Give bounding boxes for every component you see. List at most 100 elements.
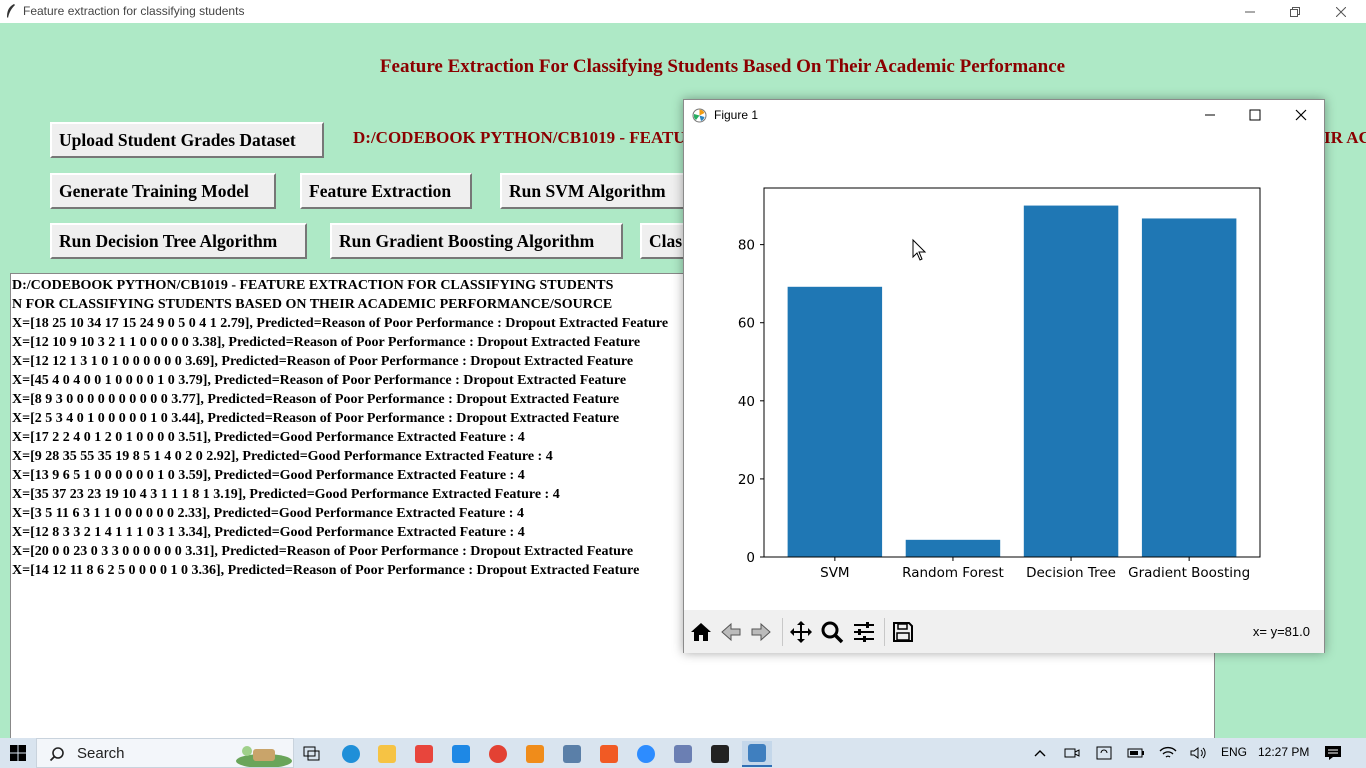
y-tick-label: 0 <box>746 550 755 566</box>
bar-svm <box>787 286 883 557</box>
taskbar-vscode[interactable] <box>446 741 476 767</box>
search-placeholder: Search <box>77 745 125 762</box>
save-figure-button[interactable] <box>889 618 917 646</box>
tray-meet[interactable] <box>1063 745 1081 761</box>
minimize-button[interactable] <box>1227 0 1273 23</box>
app-heading: Feature Extraction For Classifying Stude… <box>379 56 1066 77</box>
task-view-icon <box>303 746 320 761</box>
search-icon <box>49 747 64 762</box>
notification-icon <box>1325 746 1341 760</box>
chrome-icon <box>489 745 507 763</box>
zoom-button[interactable] <box>818 618 846 646</box>
output-line: X=[2 5 3 4 0 1 0 0 0 0 0 1 0 3.44], Pred… <box>12 411 620 426</box>
floppy-disk-icon <box>893 622 913 642</box>
back-arrow-icon <box>721 622 741 642</box>
window-title: Feature extraction for classifying stude… <box>23 4 245 18</box>
output-line: X=[12 12 1 3 1 0 1 0 0 0 0 0 0 3.69], Pr… <box>12 354 634 369</box>
run-decision-tree-button[interactable]: Run Decision Tree Algorithm <box>50 223 307 259</box>
close-button[interactable] <box>1318 0 1364 23</box>
tray-wifi[interactable] <box>1159 745 1177 761</box>
bar-decision-tree <box>1023 205 1119 558</box>
matplotlib-logo-icon <box>692 108 707 123</box>
window-app-icon <box>563 745 581 763</box>
output-line: X=[3 5 11 6 3 1 1 0 0 0 0 0 0 2.33], Pre… <box>12 506 524 521</box>
chevron-up-icon <box>1034 750 1046 757</box>
forward-arrow-icon <box>751 622 771 642</box>
magnifier-icon <box>821 621 844 644</box>
output-line: X=[17 2 2 4 0 1 2 0 1 0 0 0 0 3.51], Pre… <box>12 430 525 445</box>
figure-close-button[interactable] <box>1278 100 1324 130</box>
output-line: D:/CODEBOOK PYTHON/CB1019 - FEATURE EXTR… <box>12 278 614 293</box>
taskbar-remote-desktop[interactable] <box>668 741 698 767</box>
output-line: X=[20 0 0 23 0 3 3 0 0 0 0 0 0 3.31], Pr… <box>12 544 634 559</box>
dataset-path-label: D:/CODEBOOK PYTHON/CB1019 - FEATURE EXTR… <box>353 128 683 147</box>
figure-titlebar: Figure 1 <box>684 100 1324 130</box>
cursor-coordinates-readout: x= y=81.0 <box>1252 624 1310 639</box>
taskbar-file-explorer[interactable] <box>372 741 402 767</box>
taskbar-python[interactable] <box>742 741 772 767</box>
minimize-icon <box>1205 114 1215 116</box>
brave-icon <box>600 745 618 763</box>
sync-icon <box>1096 746 1112 760</box>
mouse-cursor-icon <box>912 238 927 261</box>
upload-dataset-button[interactable]: Upload Student Grades Dataset <box>50 122 324 158</box>
bar-gradient-boosting <box>1141 218 1237 557</box>
run-gradient-boosting-button[interactable]: Run Gradient Boosting Algorithm <box>330 223 623 259</box>
show-hidden-icons-button[interactable] <box>1031 745 1049 761</box>
task-view-button[interactable] <box>297 741 327 767</box>
maximize-icon <box>1249 109 1261 121</box>
restore-button[interactable] <box>1272 0 1318 23</box>
taskbar-app-window[interactable] <box>557 741 587 767</box>
close-icon <box>1336 6 1346 17</box>
search-highlight-art-icon <box>236 746 292 767</box>
store-icon <box>415 745 433 763</box>
terminal-icon <box>711 745 729 763</box>
taskbar-zoom[interactable] <box>631 741 661 767</box>
wifi-icon <box>1159 746 1177 758</box>
tray-volume[interactable] <box>1190 745 1208 761</box>
taskbar-terminal[interactable] <box>705 741 735 767</box>
notifications-button[interactable] <box>1324 745 1342 761</box>
clock[interactable]: 12:27 PM <box>1258 745 1309 759</box>
y-tick-label: 60 <box>738 316 755 332</box>
run-svm-button[interactable]: Run SVM Algorithm <box>500 173 690 209</box>
taskbar-brave[interactable] <box>594 741 624 767</box>
start-button[interactable] <box>0 738 36 768</box>
home-icon <box>691 623 711 641</box>
bar-chart: 0 20 40 60 80 SVM Random Forest Decision Tree G… <box>738 187 1261 581</box>
speaker-icon <box>1190 747 1206 759</box>
dataset-path-label-overflow: IR AC <box>1324 128 1366 147</box>
close-icon <box>1295 109 1307 121</box>
taskbar-search-box[interactable]: Search <box>36 738 294 768</box>
output-line: X=[13 9 6 5 1 0 0 0 0 0 0 1 0 3.59], Pre… <box>12 468 525 483</box>
language-indicator[interactable]: ENG <box>1221 745 1247 759</box>
tray-sync[interactable] <box>1095 745 1113 761</box>
taskbar-search-app[interactable] <box>520 741 550 767</box>
window-titlebar: Feature extraction for classifying stude… <box>0 0 1366 23</box>
folder-icon <box>378 745 396 763</box>
back-button[interactable] <box>717 618 745 646</box>
feature-extraction-button[interactable]: Feature Extraction <box>300 173 472 209</box>
taskbar-edge[interactable] <box>336 741 366 767</box>
taskbar-chrome[interactable] <box>483 741 513 767</box>
forward-button[interactable] <box>747 618 775 646</box>
toolbar-separator <box>884 618 885 646</box>
tray-battery[interactable] <box>1127 745 1145 761</box>
output-line: X=[8 9 3 0 0 0 0 0 0 0 0 0 0 3.77], Pred… <box>12 392 620 407</box>
output-line: X=[9 28 35 55 35 19 8 5 1 4 0 2 0 2.92],… <box>12 449 553 464</box>
x-tick-label: Random Forest <box>902 565 1004 581</box>
configure-subplots-button[interactable] <box>850 618 878 646</box>
taskbar-store[interactable] <box>409 741 439 767</box>
figure-maximize-button[interactable] <box>1232 100 1278 130</box>
home-button[interactable] <box>687 618 715 646</box>
figure-minimize-button[interactable] <box>1187 100 1233 130</box>
output-line: X=[35 37 23 23 19 10 4 3 1 1 1 8 1 3.19]… <box>12 487 560 502</box>
generate-model-button[interactable]: Generate Training Model <box>50 173 276 209</box>
pan-button[interactable] <box>787 618 815 646</box>
figure-toolbar: x= y=81.0 <box>684 610 1324 653</box>
camera-icon <box>1064 748 1080 758</box>
figure-title: Figure 1 <box>714 108 759 122</box>
output-line: X=[45 4 0 4 0 0 1 0 0 0 0 1 0 3.79], Pre… <box>12 373 627 388</box>
x-tick-label: SVM <box>820 565 849 581</box>
battery-icon <box>1127 748 1144 758</box>
